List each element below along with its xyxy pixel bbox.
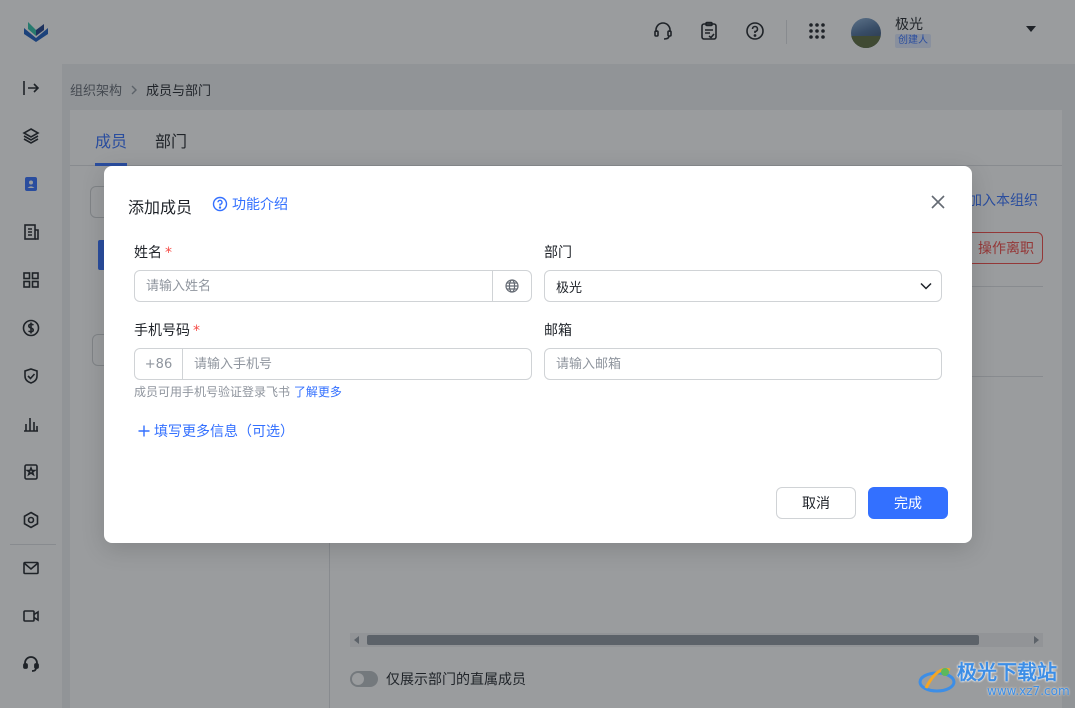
done-button[interactable]: 完成 [868, 487, 948, 519]
email-field [544, 348, 942, 380]
dialog-title: 添加成员 [128, 198, 193, 217]
chevron-down-icon [911, 282, 941, 290]
watermark-logo-icon [918, 667, 956, 693]
required-asterisk: * [165, 245, 172, 261]
cancel-button[interactable]: 取消 [776, 487, 856, 519]
more-info-label: 填写更多信息（可选） [154, 424, 294, 440]
more-info-button[interactable]: 填写更多信息（可选） [138, 421, 294, 441]
watermark-url: www.xz7.com [987, 684, 1070, 698]
plus-icon [138, 425, 150, 437]
add-member-dialog: 添加成员 功能介绍 姓名* 部门 极光 手机号码* +86 邮箱 成员可用手机号… [104, 166, 972, 543]
name-input[interactable] [135, 271, 492, 301]
feature-intro-label: 功能介绍 [232, 197, 288, 213]
email-input[interactable] [545, 349, 941, 379]
help-circle-icon [212, 196, 228, 212]
feature-intro-link[interactable]: 功能介绍 [212, 194, 288, 214]
close-button[interactable] [926, 190, 950, 214]
required-asterisk: * [193, 323, 200, 339]
name-field [134, 270, 532, 302]
language-button[interactable] [492, 271, 531, 301]
watermark-text: 极光下载站 [957, 660, 1057, 684]
department-select[interactable]: 极光 [544, 270, 942, 302]
globe-icon [505, 279, 519, 293]
close-icon [931, 195, 945, 209]
email-label: 邮箱 [544, 323, 572, 339]
country-code-prefix[interactable]: +86 [135, 349, 183, 379]
phone-input[interactable] [183, 349, 531, 379]
name-label: 姓名 * [134, 245, 172, 261]
phone-login-hint: 成员可用手机号验证登录飞书 了解更多 [134, 385, 342, 399]
phone-label: 手机号码 * [134, 323, 200, 339]
learn-more-link[interactable]: 了解更多 [294, 385, 342, 399]
department-value: 极光 [556, 280, 583, 296]
department-label: 部门 [544, 245, 572, 261]
phone-field: +86 [134, 348, 532, 380]
